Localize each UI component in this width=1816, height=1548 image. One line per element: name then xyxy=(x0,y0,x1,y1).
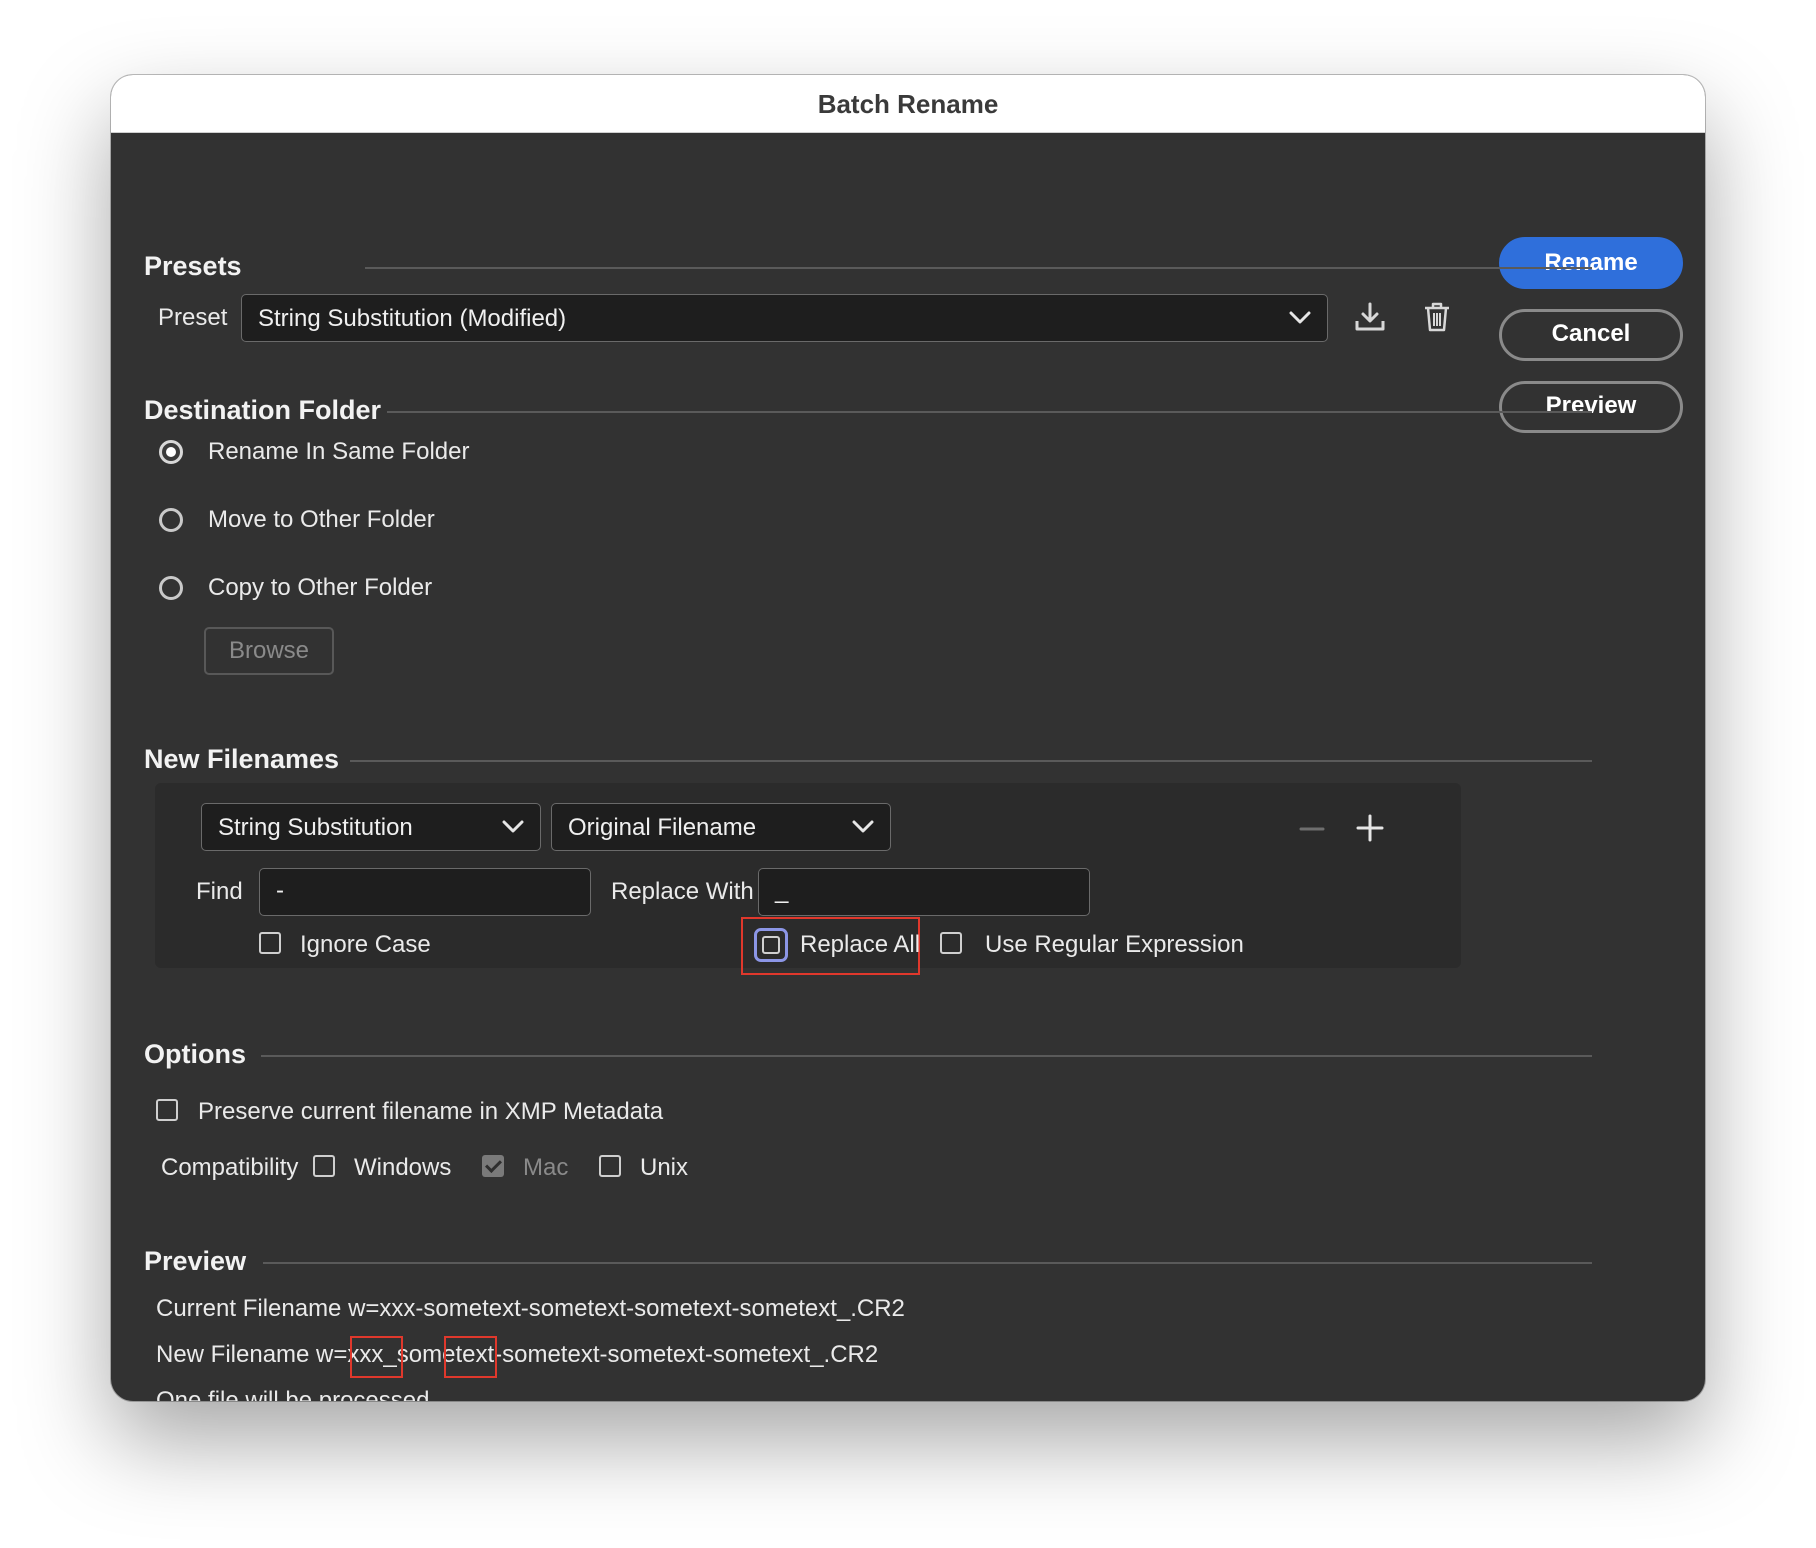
preview-highlight-1 xyxy=(350,1336,403,1378)
new-filenames-section-title: New Filenames xyxy=(144,744,340,774)
mac-checkbox xyxy=(482,1155,504,1177)
new-filename-text: New Filename w=xxx_sometext-sometext-som… xyxy=(156,1341,879,1368)
preset-dropdown[interactable]: String Substitution (Modified) xyxy=(241,294,1328,342)
preserve-filename-label: Preserve current filename in XMP Metadat… xyxy=(198,1098,664,1125)
compatibility-label: Compatibility xyxy=(161,1154,299,1181)
preview-section-title: Preview xyxy=(144,1246,247,1276)
rule-source-value: Original Filename xyxy=(568,814,757,841)
find-label: Find xyxy=(196,878,243,905)
preset-dropdown-value: String Substitution (Modified) xyxy=(258,305,567,332)
radio-rename-same-folder[interactable] xyxy=(159,440,183,464)
minus-icon[interactable] xyxy=(1299,816,1325,842)
replace-with-input[interactable]: _ xyxy=(758,868,1090,916)
replace-all-checkbox-box xyxy=(762,936,780,954)
rule-type-dropdown[interactable]: String Substitution xyxy=(201,803,541,851)
destination-section-title: Destination Folder xyxy=(144,395,382,425)
preset-label: Preset xyxy=(158,304,228,331)
unix-label: Unix xyxy=(640,1154,689,1181)
radio-label-move-other-folder: Move to Other Folder xyxy=(208,506,435,533)
batch-rename-dialog: Batch Rename Rename Cancel Preview Prese… xyxy=(111,75,1705,1401)
current-filename-text: Current Filename w=xxx-sometext-sometext… xyxy=(156,1295,905,1322)
window-title: Batch Rename xyxy=(111,75,1705,133)
chevron-down-icon xyxy=(1289,311,1311,324)
unix-checkbox[interactable] xyxy=(599,1155,621,1177)
rule-source-dropdown[interactable]: Original Filename xyxy=(551,803,891,851)
presets-divider xyxy=(365,267,1592,269)
radio-label-copy-other-folder: Copy to Other Folder xyxy=(208,574,433,601)
mac-label: Mac xyxy=(523,1154,569,1181)
dialog-content: Rename Cancel Preview Presets Preset Str… xyxy=(111,133,1705,1401)
options-section-title: Options xyxy=(144,1039,246,1069)
ignore-case-checkbox[interactable] xyxy=(259,932,281,954)
windows-label: Windows xyxy=(354,1154,452,1181)
preview-button[interactable]: Preview xyxy=(1499,381,1683,433)
preview-divider xyxy=(263,1262,1592,1264)
chevron-down-icon xyxy=(852,820,874,833)
rename-button[interactable]: Rename xyxy=(1499,237,1683,289)
preview-highlight-2 xyxy=(444,1336,497,1378)
trash-icon[interactable] xyxy=(1423,301,1451,333)
files-processed-text: One file will be processed xyxy=(156,1387,430,1401)
use-regex-label: Use Regular Expression xyxy=(985,931,1244,958)
radio-move-other-folder[interactable] xyxy=(159,508,183,532)
download-icon[interactable] xyxy=(1354,301,1386,333)
preserve-filename-checkbox[interactable] xyxy=(156,1099,178,1121)
cancel-button[interactable]: Cancel xyxy=(1499,309,1683,361)
plus-icon[interactable] xyxy=(1356,814,1384,842)
presets-section-title: Presets xyxy=(144,251,242,281)
replace-all-checkbox[interactable] xyxy=(754,928,788,962)
radio-copy-other-folder[interactable] xyxy=(159,576,183,600)
use-regex-checkbox[interactable] xyxy=(940,932,962,954)
replace-with-label: Replace With xyxy=(611,878,754,905)
radio-label-rename-same-folder: Rename In Same Folder xyxy=(208,438,470,465)
ignore-case-label: Ignore Case xyxy=(300,931,431,958)
find-input[interactable]: - xyxy=(259,868,591,916)
options-divider xyxy=(261,1055,1592,1057)
new-filenames-divider xyxy=(350,760,1592,762)
replace-all-label: Replace All xyxy=(800,931,921,958)
windows-checkbox[interactable] xyxy=(313,1155,335,1177)
browse-button[interactable]: Browse xyxy=(204,627,334,675)
rule-type-value: String Substitution xyxy=(218,814,413,841)
chevron-down-icon xyxy=(502,820,524,833)
destination-divider xyxy=(387,411,1592,413)
